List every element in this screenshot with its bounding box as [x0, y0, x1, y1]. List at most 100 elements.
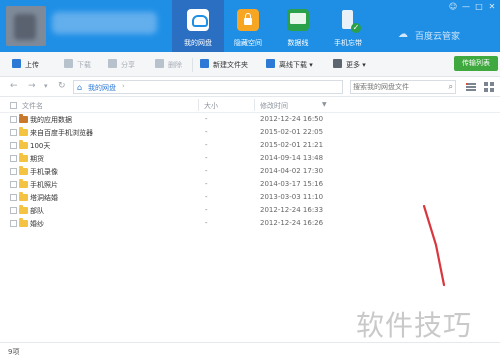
new-folder-button[interactable]: 新建文件夹: [200, 59, 248, 71]
search-input[interactable]: [353, 82, 441, 92]
title-bar: 我的网盘 隐藏空间 数据线 手机忘带 ☁ 百度云管家 ☺ — □ ✕: [0, 0, 500, 52]
share-label: 分享: [121, 61, 135, 69]
column-name[interactable]: 文件名: [22, 101, 43, 111]
more-icon: [333, 59, 342, 68]
column-divider: [254, 99, 255, 111]
file-name[interactable]: 来自百度手机浏览器: [30, 128, 93, 138]
file-row[interactable]: 手机录像 - 2014-04-02 17:30: [0, 166, 500, 178]
tab-label: 我的网盘: [184, 39, 212, 47]
column-modified[interactable]: 修改时间: [260, 101, 288, 111]
file-name[interactable]: 我的应用数据: [30, 115, 72, 125]
file-modified: 2013-03-03 11:10: [260, 193, 324, 201]
file-name[interactable]: 手机照片: [30, 180, 58, 190]
list-view-icon[interactable]: [466, 82, 476, 92]
folder-icon: [19, 205, 28, 214]
file-modified: 2015-02-01 22:05: [260, 128, 324, 136]
cloud-drive-icon: [187, 9, 209, 31]
file-name[interactable]: 手机录像: [30, 167, 58, 177]
minimize-button[interactable]: —: [461, 2, 471, 11]
file-row[interactable]: 来自百度手机浏览器 - 2015-02-01 22:05: [0, 127, 500, 139]
file-row[interactable]: 期货 - 2014-09-14 13:48: [0, 153, 500, 165]
folder-icon: [19, 166, 28, 175]
upload-button[interactable]: 上传: [12, 59, 39, 71]
delete-label: 删除: [168, 61, 182, 69]
file-size: -: [205, 193, 208, 201]
brand-name: 百度云管家: [415, 32, 461, 42]
history-dropdown-icon[interactable]: ▾: [44, 82, 48, 90]
avatar[interactable]: [6, 6, 46, 46]
toolbar-divider: [192, 58, 193, 72]
file-name[interactable]: 塔洞结婚: [30, 193, 58, 203]
select-all-checkbox[interactable]: [10, 102, 17, 109]
folder-icon: [19, 127, 28, 136]
offline-download-button[interactable]: 离线下载 ▾: [266, 59, 313, 71]
close-button[interactable]: ✕: [487, 2, 497, 11]
tab-my-cloud-drive[interactable]: 我的网盘: [172, 0, 224, 52]
file-name[interactable]: 婚纱: [30, 219, 44, 229]
download-icon: [64, 59, 73, 68]
tab-hidden-space[interactable]: 隐藏空间: [222, 0, 274, 52]
tab-label: 手机忘带: [334, 39, 362, 47]
new-folder-icon: [200, 59, 209, 68]
file-row[interactable]: 部队 - 2012-12-24 16:33: [0, 205, 500, 217]
file-size: -: [205, 154, 208, 162]
breadcrumb-my-drive[interactable]: 我的网盘: [88, 83, 116, 93]
column-size[interactable]: 大小: [204, 101, 218, 111]
file-name[interactable]: 期货: [30, 154, 44, 164]
refresh-icon[interactable]: ↻: [58, 81, 66, 91]
row-checkbox[interactable]: [10, 181, 17, 188]
file-name[interactable]: 部队: [30, 206, 44, 216]
row-checkbox[interactable]: [10, 155, 17, 162]
upload-label: 上传: [25, 61, 39, 69]
tab-data-cable[interactable]: 数据线: [272, 0, 324, 52]
file-row[interactable]: 我的应用数据 - 2012-12-24 16:50: [0, 114, 500, 126]
home-icon[interactable]: ⌂: [77, 83, 82, 92]
toolbar: 上传 下载 分享 删除 新建文件夹 离线下载 ▾ 更多 ▾: [0, 52, 500, 77]
maximize-button[interactable]: □: [474, 2, 484, 11]
row-checkbox[interactable]: [10, 168, 17, 175]
share-icon: [108, 59, 117, 68]
file-size: -: [205, 115, 208, 123]
phone-icon: [337, 9, 361, 33]
file-modified: 2012-12-24 16:50: [260, 115, 324, 123]
tab-phone-forgot[interactable]: 手机忘带: [322, 0, 374, 52]
folder-icon: [19, 140, 28, 149]
file-size: -: [205, 141, 208, 149]
column-header: 文件名 大小 修改时间 ▼: [0, 97, 500, 113]
folder-icon: [19, 218, 28, 227]
file-row[interactable]: 塔洞结婚 - 2013-03-03 11:10: [0, 192, 500, 204]
file-modified: 2015-02-01 21:21: [260, 141, 324, 149]
cloud-logo-icon: ☁: [398, 29, 408, 40]
row-checkbox[interactable]: [10, 207, 17, 214]
file-name[interactable]: 100天: [30, 141, 50, 151]
more-button[interactable]: 更多 ▾: [333, 59, 366, 71]
skin-icon[interactable]: ☺: [448, 2, 458, 11]
watermark-text: 软件技巧: [356, 309, 473, 342]
file-row[interactable]: 手机照片 - 2014-03-17 15:16: [0, 179, 500, 191]
column-divider: [198, 99, 199, 111]
row-checkbox[interactable]: [10, 142, 17, 149]
row-checkbox[interactable]: [10, 220, 17, 227]
offline-download-label: 离线下载: [279, 61, 307, 69]
file-modified: 2014-09-14 13:48: [260, 154, 324, 162]
file-row[interactable]: 婚纱 - 2012-12-24 16:26: [0, 218, 500, 230]
file-size: -: [205, 206, 208, 214]
delete-button[interactable]: 删除: [155, 59, 182, 71]
row-checkbox[interactable]: [10, 116, 17, 123]
search-box: ⌕: [350, 80, 456, 94]
file-row[interactable]: 100天 - 2015-02-01 21:21: [0, 140, 500, 152]
row-checkbox[interactable]: [10, 129, 17, 136]
back-arrow-icon[interactable]: ←: [10, 81, 18, 91]
share-button[interactable]: 分享: [108, 59, 135, 71]
forward-arrow-icon[interactable]: →: [28, 81, 36, 91]
file-modified: 2014-04-02 17:30: [260, 167, 324, 175]
folder-icon: [19, 179, 28, 188]
search-icon[interactable]: ⌕: [449, 82, 453, 92]
offline-download-icon: [266, 59, 275, 68]
username-blurred: [52, 12, 157, 34]
sort-arrow-icon[interactable]: ▼: [322, 101, 327, 108]
row-checkbox[interactable]: [10, 194, 17, 201]
download-button[interactable]: 下载: [64, 59, 91, 71]
grid-view-icon[interactable]: [484, 82, 494, 92]
transfer-list-button[interactable]: 传输列表: [454, 56, 498, 71]
